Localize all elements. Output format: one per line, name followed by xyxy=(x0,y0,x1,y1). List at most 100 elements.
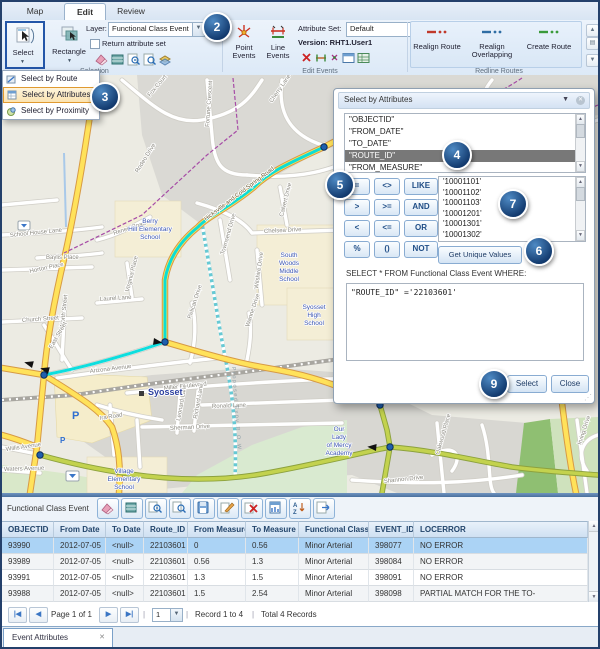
clear-selection-button[interactable] xyxy=(97,498,119,519)
next-page-button[interactable]: ▶ xyxy=(99,607,118,623)
field-item[interactable]: "FROM_DATE" xyxy=(345,126,585,138)
ribbon-scroll-mid-icon[interactable]: ▤ xyxy=(586,37,599,50)
edit-attributes-button[interactable] xyxy=(217,498,239,519)
selection-tools-icons[interactable] xyxy=(94,51,178,66)
delete-records-button[interactable] xyxy=(241,498,263,519)
tab-event-attributes[interactable]: Event Attributes ✕ xyxy=(3,628,113,648)
export-button[interactable] xyxy=(313,498,335,519)
column-header[interactable]: LOCERROR xyxy=(414,521,588,538)
page-size-select[interactable]: 1 ▼ xyxy=(152,608,183,622)
zoom-to-selected-button[interactable] xyxy=(145,498,167,519)
column-header[interactable]: To Measure xyxy=(246,521,299,538)
line-events-icon xyxy=(269,23,287,41)
rectangle-dropdown-arrow-icon[interactable]: ▼ xyxy=(67,58,72,64)
dialog-collapse-icon[interactable]: ▼ xyxy=(562,93,569,107)
pan-to-selected-button[interactable] xyxy=(169,498,191,519)
scroll-down-icon[interactable]: ▼ xyxy=(576,161,585,172)
column-header[interactable]: Functional Class xyxy=(299,521,369,538)
map-marker-icon[interactable] xyxy=(66,471,79,481)
select-records-button[interactable] xyxy=(121,498,143,519)
scroll-down-icon[interactable]: ▼ xyxy=(589,591,599,602)
operator-greater-button[interactable]: > xyxy=(344,199,370,216)
dialog-select-button[interactable]: Select xyxy=(507,375,547,393)
first-page-button[interactable]: |◀ xyxy=(8,607,27,623)
column-header[interactable]: From Measure xyxy=(188,521,246,538)
tab-map[interactable]: Map xyxy=(12,3,58,20)
page-size-arrow-icon[interactable]: ▼ xyxy=(170,609,182,621)
table-row[interactable]: 939912012-07-05<null>221036011.31.5Minor… xyxy=(2,570,588,586)
operator-percent-button[interactable]: % xyxy=(344,241,370,258)
ribbon-scroll-down-icon[interactable]: ▼ xyxy=(586,54,599,67)
table-row[interactable]: 939892012-07-05<null>221036010.561.3Mino… xyxy=(2,554,588,570)
operator-parens-button[interactable]: () xyxy=(374,241,400,258)
value-item[interactable]: '10001101' xyxy=(439,177,585,188)
menu-item-select-by-attributes[interactable]: Select by Attributes xyxy=(3,87,99,103)
scroll-down-icon[interactable]: ▼ xyxy=(576,230,585,241)
separator: | xyxy=(143,610,145,619)
report-button[interactable] xyxy=(265,498,287,519)
dialog-resize-grip[interactable]: ⋰ xyxy=(584,393,592,402)
values-list-scrollbar[interactable]: ▲ ▼ xyxy=(575,177,585,241)
create-route-button[interactable]: Create Route xyxy=(524,23,574,65)
operator-or-button[interactable]: OR xyxy=(404,220,438,237)
scroll-thumb[interactable] xyxy=(576,124,585,138)
select-by-attributes-icon xyxy=(7,90,18,101)
save-edits-button[interactable] xyxy=(193,498,215,519)
attribute-table: OBJECTID From Date To Date Route_ID From… xyxy=(2,521,588,602)
realign-overlapping-button[interactable]: Realign Overlapping xyxy=(464,23,520,65)
sort-button[interactable]: AZ xyxy=(289,498,311,519)
sql-expression-box[interactable]: "ROUTE_ID" ='22103601' xyxy=(346,283,584,361)
operator-and-button[interactable]: AND xyxy=(404,199,438,216)
table-row[interactable]: 939882012-07-05<null>221036011.52.54Mino… xyxy=(2,586,588,602)
callout-3: 3 xyxy=(90,82,120,112)
select-button[interactable]: Select ▼ xyxy=(5,21,45,69)
where-clause-label: SELECT * FROM Functional Class Event WHE… xyxy=(346,269,526,278)
table-layer-title: Functional Class Event xyxy=(7,504,89,513)
value-item[interactable]: '10001301' xyxy=(439,219,585,230)
value-item[interactable]: '10001302' xyxy=(439,230,585,241)
operator-like-button[interactable]: LIKE xyxy=(404,178,438,195)
last-page-button[interactable]: ▶| xyxy=(120,607,139,623)
attribute-set-value: Default xyxy=(350,24,374,33)
get-unique-values-button[interactable]: Get Unique Values xyxy=(438,246,522,264)
select-table-icon xyxy=(112,55,123,64)
rectangle-button[interactable]: Rectangle ▼ xyxy=(48,22,90,66)
select-by-route-icon xyxy=(6,74,17,85)
dialog-close-icon[interactable]: ✕ xyxy=(576,96,585,105)
field-item[interactable]: "OBJECTID" xyxy=(345,114,585,126)
table-row[interactable]: 939902012-07-05<null>2210360100.56Minor … xyxy=(2,538,588,554)
column-header[interactable]: To Date xyxy=(106,521,144,538)
realign-route-button[interactable]: Realign Route xyxy=(412,23,462,65)
tab-edit[interactable]: Edit xyxy=(64,3,106,21)
map-marker-icon[interactable] xyxy=(18,221,30,230)
layer-combobox[interactable]: Functional Class Event ▼ xyxy=(108,22,205,37)
dialog-close-button[interactable]: Close xyxy=(551,375,589,393)
menu-item-select-by-route[interactable]: Select by Route xyxy=(3,71,99,87)
column-header[interactable]: Route_ID xyxy=(144,521,188,538)
operator-lessequal-button[interactable]: <= xyxy=(374,220,400,237)
select-dropdown-arrow-icon[interactable]: ▼ xyxy=(20,59,25,65)
line-events-button[interactable]: Line Events xyxy=(262,22,294,68)
table-scrollbar[interactable]: ▲ ▼ xyxy=(588,521,599,602)
prev-page-button[interactable]: ◀ xyxy=(29,607,48,623)
column-header[interactable]: OBJECTID xyxy=(2,521,54,538)
operator-greaterequal-button[interactable]: >= xyxy=(374,199,400,216)
point-events-button[interactable]: Point Events xyxy=(228,22,260,68)
column-header[interactable]: EVENT_ID xyxy=(369,521,414,538)
edit-events-tools-icons[interactable] xyxy=(300,50,370,65)
return-attribute-set-checkbox[interactable] xyxy=(90,39,100,49)
tab-review[interactable]: Review xyxy=(108,3,154,20)
scroll-up-icon[interactable]: ▲ xyxy=(589,521,599,532)
column-header[interactable]: From Date xyxy=(54,521,106,538)
scroll-thumb[interactable] xyxy=(576,187,585,201)
operator-less-button[interactable]: < xyxy=(344,220,370,237)
operator-notequals-button[interactable]: <> xyxy=(374,178,400,195)
page-indicator: Page 1 of 1 xyxy=(51,610,92,619)
field-list-scrollbar[interactable]: ▲ ▼ xyxy=(575,114,585,172)
ribbon-scroll-up-icon[interactable]: ▲ xyxy=(586,24,599,37)
dialog-titlebar[interactable]: Select by Attributes ▼ ✕ xyxy=(338,92,590,109)
callout-9: 9 xyxy=(479,369,509,399)
operator-not-button[interactable]: NOT xyxy=(404,241,438,258)
tab-close-icon[interactable]: ✕ xyxy=(99,629,105,647)
menu-item-select-by-proximity[interactable]: Select by Proximity xyxy=(3,103,99,119)
